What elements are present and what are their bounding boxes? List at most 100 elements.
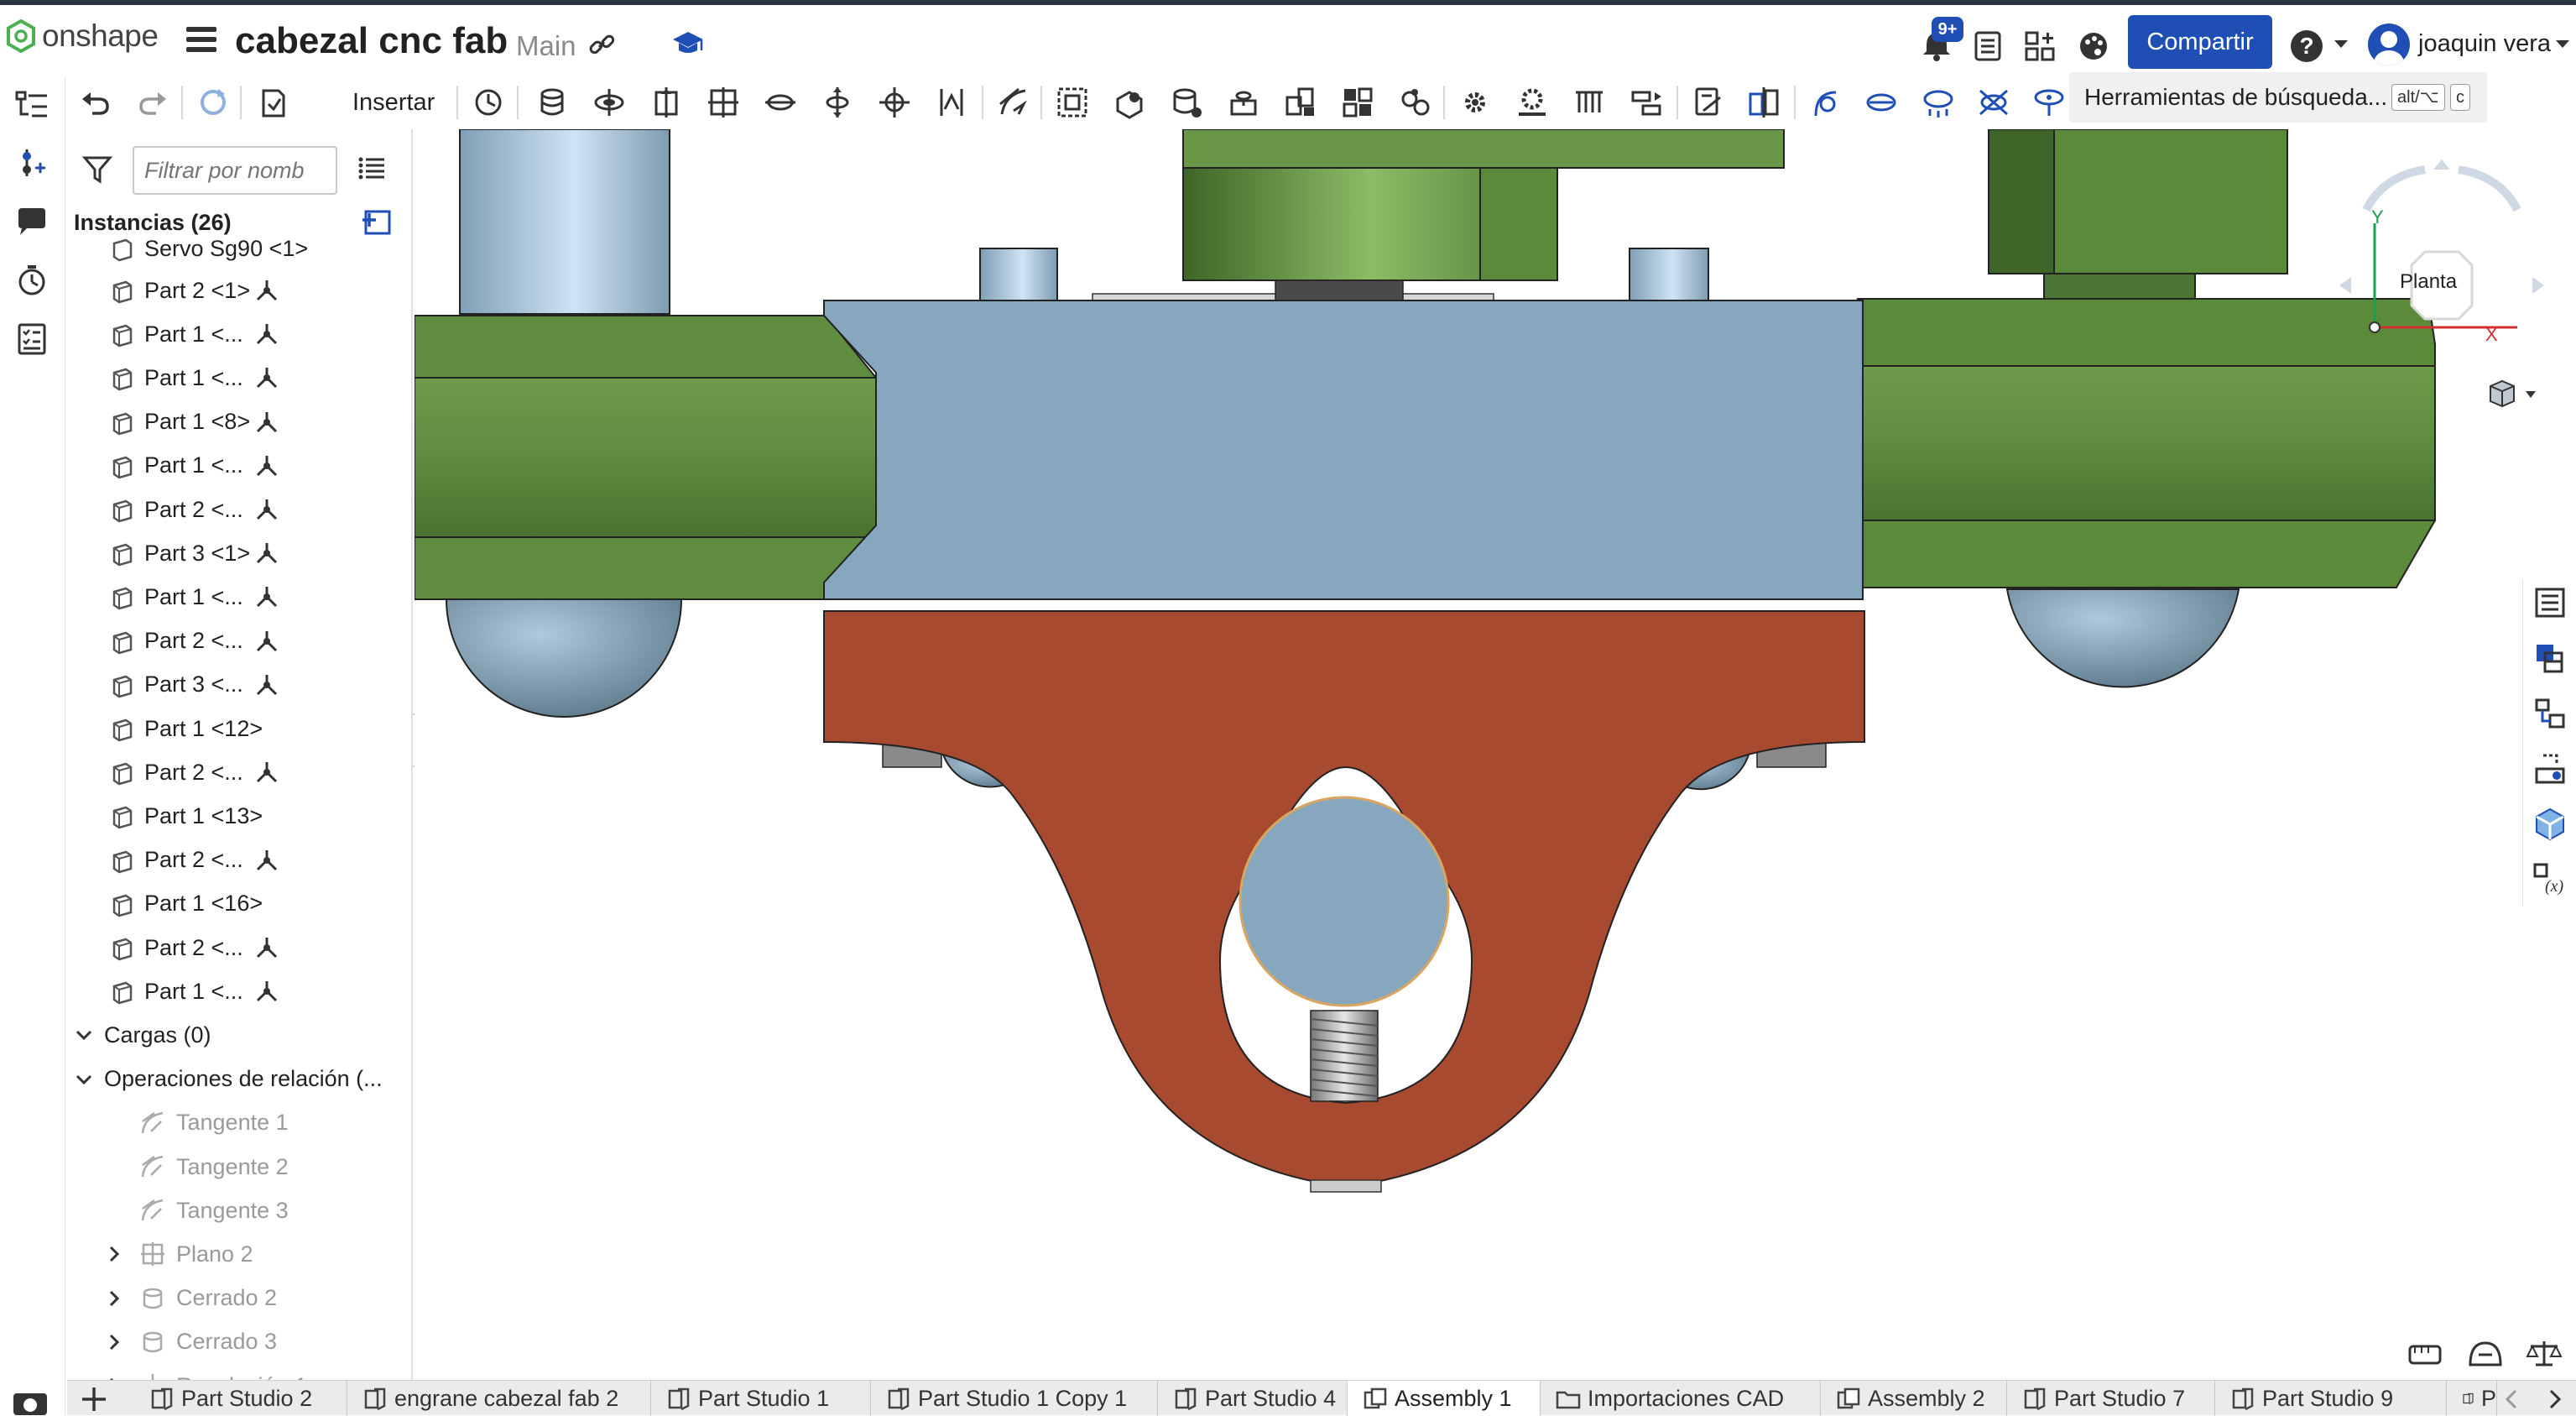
gear-relation-icon[interactable] (1396, 84, 1433, 121)
tab-p[interactable]: P (2447, 1381, 2497, 1416)
assembly-3d-view[interactable] (415, 129, 2537, 1372)
circular-pattern-icon[interactable] (1282, 84, 1319, 121)
loads-section-header[interactable]: Cargas (0) (67, 1013, 411, 1057)
chevron-down-icon[interactable] (74, 1069, 94, 1089)
document-title[interactable]: cabezal cnc fab (235, 20, 508, 62)
linear-relation-icon[interactable] (1628, 84, 1665, 121)
width-mate-icon[interactable] (1863, 84, 1900, 121)
list-item[interactable]: Part 1 <... (67, 356, 411, 400)
replicate-icon[interactable] (1168, 84, 1205, 121)
instances-header[interactable]: Instancias (26) (74, 210, 232, 236)
tab-engrane-cabezal-fab-2[interactable]: engrane cabezal fab 2 (347, 1381, 651, 1416)
filter-input[interactable] (133, 146, 337, 195)
display-mode-dropdown-icon[interactable] (2485, 378, 2544, 411)
relation-item[interactable]: Cerrado 3 (67, 1320, 411, 1364)
user-avatar[interactable] (2368, 24, 2410, 65)
help-dropdown-icon[interactable] (2334, 40, 2348, 48)
menu-icon[interactable] (186, 27, 216, 52)
tabs-scroll-right-icon[interactable] (2542, 1387, 2566, 1411)
filter-icon[interactable] (82, 154, 112, 185)
pin-slot-mate-icon[interactable] (819, 84, 856, 121)
app-store-icon[interactable] (2024, 30, 2056, 62)
section-view-icon[interactable] (1745, 84, 1782, 121)
rotational-mate-icon[interactable] (1920, 84, 1957, 121)
chevron-right-icon[interactable] (104, 1288, 124, 1309)
animate-icon[interactable] (2533, 752, 2567, 786)
tab-assembly-1[interactable]: Assembly 1 (1348, 1381, 1541, 1416)
insert-icon[interactable] (255, 84, 292, 121)
tab-part-studio-1-copy-1[interactable]: Part Studio 1 Copy 1 (871, 1381, 1158, 1416)
measure-tape-icon[interactable] (2407, 1338, 2443, 1368)
list-item[interactable]: Part 1 <... (67, 444, 411, 488)
share-button[interactable]: Compartir (2128, 15, 2272, 69)
help-icon[interactable]: ? (2291, 30, 2323, 62)
graphics-viewport[interactable] (415, 129, 2537, 1372)
relation-item[interactable]: Tangente 1 (67, 1101, 411, 1145)
link-icon[interactable] (587, 30, 616, 59)
user-name[interactable]: joaquin vera (2418, 30, 2551, 58)
list-item[interactable]: Part 1 <16> (67, 882, 411, 926)
relation-item[interactable]: Cerrado 2 (67, 1277, 411, 1320)
list-item[interactable]: Part 2 <... (67, 839, 411, 882)
parallel-mate-icon[interactable] (933, 84, 970, 121)
list-item[interactable]: Servo Sg90 <1> (67, 238, 411, 270)
create-group-icon[interactable] (359, 208, 391, 237)
list-item[interactable]: Part 1 <12> (67, 707, 411, 750)
chevron-down-icon[interactable] (74, 1025, 94, 1045)
scale-icon[interactable] (2526, 1338, 2563, 1368)
cylindrical-mate-icon[interactable] (762, 84, 799, 121)
bill-of-materials-icon[interactable] (15, 322, 49, 356)
list-item[interactable]: Part 2 <... (67, 926, 411, 969)
tabs-scroll-left-icon[interactable] (2500, 1387, 2524, 1411)
mate-connector-icon[interactable] (1111, 84, 1148, 121)
view-cube[interactable] (2333, 151, 2551, 369)
explode-view-icon[interactable] (1339, 84, 1376, 121)
tab-assembly-2[interactable]: Assembly 2 (1821, 1381, 2007, 1416)
list-item[interactable]: Part 1 <13> (67, 794, 411, 838)
tangent-relation-icon[interactable] (1807, 84, 1844, 121)
list-item[interactable]: Part 2 <... (67, 619, 411, 663)
onshape-logo[interactable]: onshape (7, 18, 159, 54)
parallel-planes-icon[interactable] (1975, 84, 2012, 121)
list-view-icon[interactable] (357, 154, 386, 183)
list-item[interactable]: Part 1 <... (67, 575, 411, 619)
measure-icon[interactable] (1690, 84, 1727, 121)
revolute-mate-icon[interactable] (591, 84, 628, 121)
tasks-icon[interactable] (1972, 30, 2004, 62)
planar-mate-icon[interactable] (705, 84, 742, 121)
list-item[interactable]: Part 2 <... (67, 488, 411, 531)
mate-values-icon[interactable] (2533, 697, 2567, 730)
list-item[interactable]: Part 1 <... (67, 312, 411, 356)
list-item[interactable]: Part 3 <... (67, 663, 411, 707)
add-tab-icon[interactable] (79, 1384, 109, 1414)
tangent-mate-icon[interactable] (995, 84, 1032, 121)
group-icon[interactable] (1054, 84, 1091, 121)
relation-item[interactable]: Tangente 3 (67, 1189, 411, 1232)
relation-item[interactable]: Tangente 2 (67, 1145, 411, 1189)
chevron-right-icon[interactable] (104, 1244, 124, 1264)
tab-part-studio-9[interactable]: Part Studio 9 (2215, 1381, 2447, 1416)
chevron-right-icon[interactable] (104, 1332, 124, 1352)
appearance-icon[interactable] (2078, 30, 2109, 62)
slider-mate-icon[interactable] (648, 84, 685, 121)
regenerate-icon[interactable] (195, 84, 232, 121)
tab-importaciones-cad[interactable]: Importaciones CAD (1541, 1381, 1821, 1416)
version-history-icon[interactable] (15, 264, 49, 297)
point-on-curve-icon[interactable] (2031, 84, 2068, 121)
list-item[interactable]: Part 2 <1> (67, 269, 411, 312)
list-item[interactable]: Part 3 <1> (67, 531, 411, 575)
branch-label[interactable]: Main (516, 30, 576, 62)
insert-label[interactable]: Insertar (352, 89, 435, 117)
variables-icon[interactable]: (x) (2533, 863, 2567, 896)
list-item[interactable]: Part 2 <... (67, 750, 411, 794)
mass-properties-icon[interactable] (2467, 1338, 2504, 1368)
feature-list-icon[interactable] (15, 89, 49, 123)
view-cube-face-label[interactable]: Planta (2400, 270, 2457, 294)
tab-part-studio-4[interactable]: Part Studio 4 (1158, 1381, 1348, 1416)
rack-pinion-icon[interactable] (1514, 84, 1551, 121)
screw-relation-icon[interactable] (1571, 84, 1608, 121)
list-item[interactable]: Part 1 <8> (67, 400, 411, 444)
tab-part-studio-1[interactable]: Part Studio 1 (651, 1381, 871, 1416)
relations-section-header[interactable]: Operaciones de relación (... (67, 1058, 411, 1101)
gear-icon[interactable] (1457, 84, 1494, 121)
